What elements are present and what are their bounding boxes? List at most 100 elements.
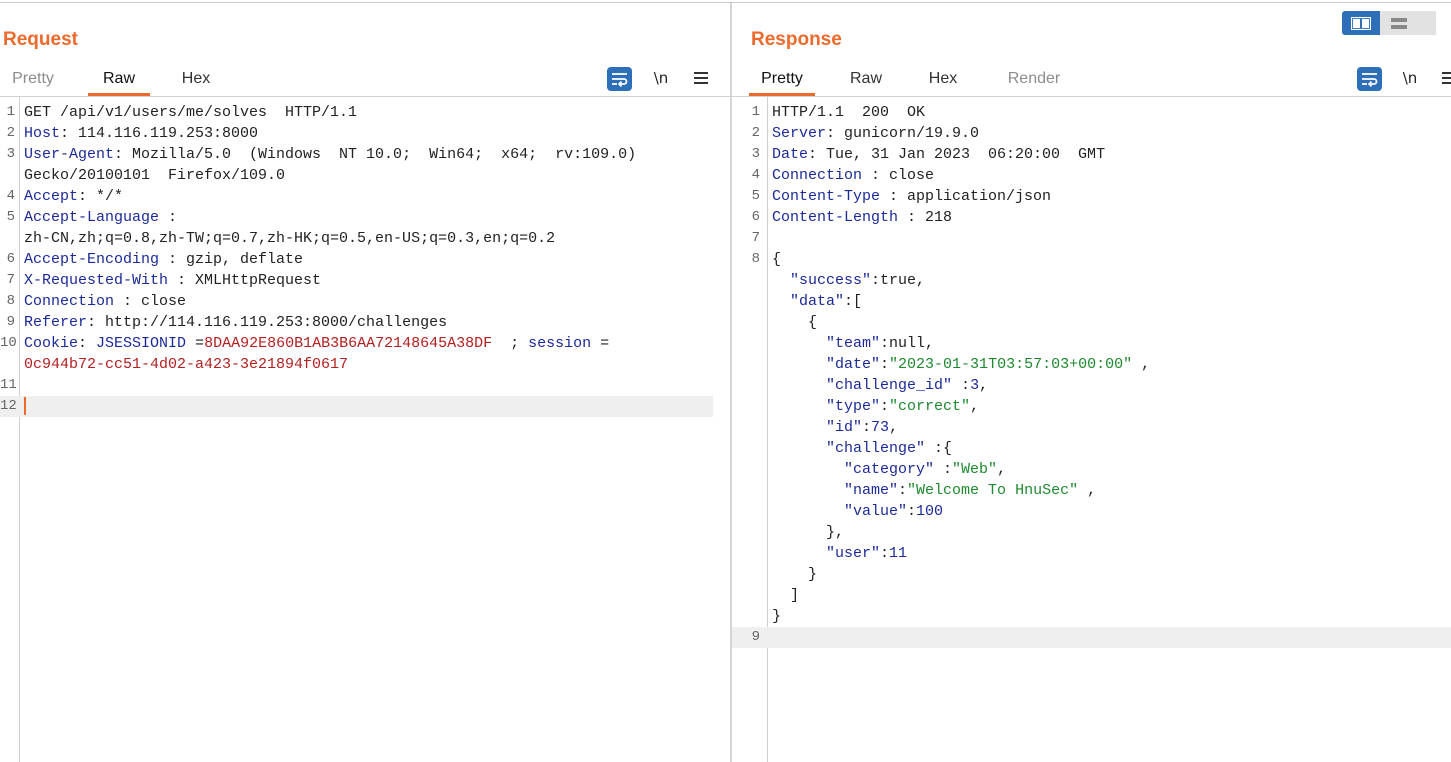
line-number: 11 [0, 377, 17, 393]
code-line[interactable]: "team":null, [732, 333, 1451, 354]
code-line[interactable]: 8{ [732, 249, 1451, 270]
code-line[interactable]: 3 User-Agent: Mozilla/5.0 (Windows NT 10.… [0, 144, 713, 165]
tab-render[interactable]: Render [998, 65, 1070, 95]
code-text: Gecko/20100101 Firefox/109.0 [24, 165, 285, 186]
menu-icon [694, 72, 708, 84]
word-wrap-button[interactable] [1357, 67, 1382, 91]
tab-raw[interactable]: Raw [88, 65, 150, 96]
code-line[interactable]: "user":11 [732, 543, 1451, 564]
response-editor[interactable]: 1 HTTP/1.1 200 OK 2 Server: gunicorn/19.9.0… [732, 97, 1451, 762]
code-line[interactable]: { [732, 312, 1451, 333]
code-text: "name":"Welcome To HnuSec" , [772, 480, 1096, 501]
code-line[interactable]: } [732, 564, 1451, 585]
code-token: X-Requested-With [24, 272, 169, 289]
layout-split-rows-button[interactable] [1380, 11, 1418, 35]
code-line[interactable]: "value":100 [732, 501, 1451, 522]
response-code[interactable]: 1 HTTP/1.1 200 OK 2 Server: gunicorn/19.9.0… [732, 102, 1451, 648]
code-line[interactable]: 2 Server: gunicorn/19.9.0 [732, 123, 1451, 144]
request-pane: Request Pretty Raw Hex \n 1 GET /api/v1/u… [0, 3, 730, 762]
code-token: : [78, 335, 97, 352]
code-line[interactable]: 1 HTTP/1.1 200 OK [732, 102, 1451, 123]
code-token: 100 [916, 503, 944, 520]
code-line[interactable]: 9 Referer: http://114.116.119.253:8000/ch… [0, 312, 713, 333]
word-wrap-icon [612, 72, 628, 87]
code-line[interactable]: 12 [0, 396, 713, 417]
show-newlines-button[interactable]: \n [1397, 65, 1423, 91]
code-line[interactable]: 0c944b72-cc51-4d02-a423-3e21894f0617 [0, 354, 713, 375]
code-line[interactable]: "id":73, [732, 417, 1451, 438]
tab-hex[interactable]: Hex [918, 65, 968, 95]
tab-pretty[interactable]: Pretty [749, 65, 815, 96]
line-number: 3 [751, 146, 760, 162]
code-token: : close [862, 167, 935, 184]
code-line[interactable]: "date":"2023-01-31T03:57:03+00:00" , [732, 354, 1451, 375]
line-number: 8 [6, 293, 15, 309]
code-token: :true, [871, 272, 926, 289]
code-line[interactable]: "type":"correct", [732, 396, 1451, 417]
code-token: { [772, 314, 818, 331]
code-line[interactable]: 6 Content-Length : 218 [732, 207, 1451, 228]
request-code[interactable]: 1 GET /api/v1/users/me/solves HTTP/1.1 2 Ho… [0, 102, 713, 417]
code-line[interactable]: 8 Connection : close [0, 291, 713, 312]
code-text: Accept-Language : [24, 207, 177, 228]
code-line[interactable]: 10 Cookie: JSESSIONID =8DAA92E860B1AB3B6A… [0, 333, 713, 354]
layout-tabs-button[interactable] [1418, 11, 1436, 35]
menu-button[interactable] [688, 65, 714, 91]
code-text: GET /api/v1/users/me/solves HTTP/1.1 [24, 102, 357, 123]
code-line[interactable]: Gecko/20100101 Firefox/109.0 [0, 165, 713, 186]
code-line[interactable]: 1 GET /api/v1/users/me/solves HTTP/1.1 [0, 102, 713, 123]
code-line[interactable]: }, [732, 522, 1451, 543]
code-line[interactable]: 7 [732, 228, 1451, 249]
request-editor[interactable]: 1 GET /api/v1/users/me/solves HTTP/1.1 2 Ho… [0, 97, 730, 762]
code-line[interactable]: "challenge_id" :3, [732, 375, 1451, 396]
menu-icon [1442, 72, 1451, 84]
code-token: Content-Length [772, 209, 899, 226]
code-line[interactable]: zh-CN,zh;q=0.8,zh-TW;q=0.7,zh-HK;q=0.5,e… [0, 228, 713, 249]
code-line[interactable]: 9 [732, 627, 1451, 648]
code-line[interactable]: 2 Host: 114.116.119.253:8000 [0, 123, 713, 144]
menu-button[interactable] [1436, 65, 1451, 91]
response-title: Response [751, 29, 842, 50]
code-line[interactable]: "success":true, [732, 270, 1451, 291]
code-line[interactable]: 5 Content-Type : application/json [732, 186, 1451, 207]
code-line[interactable]: ] [732, 585, 1451, 606]
code-text: zh-CN,zh;q=0.8,zh-TW;q=0.7,zh-HK;q=0.5,e… [24, 228, 555, 249]
code-token: : [880, 356, 890, 373]
request-title: Request [3, 29, 78, 50]
code-line[interactable]: 11 [0, 375, 713, 396]
line-number: 6 [751, 209, 760, 225]
code-line[interactable]: "data":[ [732, 291, 1451, 312]
code-token: HTTP/1.1 200 OK [772, 104, 926, 121]
code-text: "value":100 [772, 501, 943, 522]
code-line[interactable]: "name":"Welcome To HnuSec" , [732, 480, 1451, 501]
code-token: { [772, 251, 782, 268]
tab-pretty[interactable]: Pretty [3, 65, 63, 95]
code-line[interactable]: "category" :"Web", [732, 459, 1451, 480]
code-line[interactable]: 3 Date: Tue, 31 Jan 2023 06:20:00 GMT [732, 144, 1451, 165]
code-line[interactable]: 4 Accept: */* [0, 186, 713, 207]
code-line[interactable]: "challenge" :{ [732, 438, 1451, 459]
code-line[interactable]: } [732, 606, 1451, 627]
code-token: GET /api/v1/users/me/solves HTTP/1.1 [24, 104, 358, 121]
response-pane: Response Pretty Raw Hex Render \n 1 HTTP/… [732, 3, 1451, 762]
code-token: "success" [790, 272, 872, 289]
code-text: "success":true, [772, 270, 925, 291]
line-number: 4 [751, 167, 760, 183]
code-token: "2023-01-31T03:57:03+00:00" [889, 356, 1133, 373]
tab-raw[interactable]: Raw [839, 65, 893, 95]
code-token: : close [114, 293, 187, 310]
tab-hex[interactable]: Hex [170, 65, 222, 95]
code-line[interactable]: 4 Connection : close [732, 165, 1451, 186]
line-number: 2 [751, 125, 760, 141]
code-line[interactable]: 6 Accept-Encoding : gzip, deflate [0, 249, 713, 270]
show-newlines-button[interactable]: \n [648, 65, 674, 91]
code-line[interactable]: 7 X-Requested-With : XMLHttpRequest [0, 270, 713, 291]
code-text: Connection : close [24, 291, 186, 312]
code-line[interactable]: 5 Accept-Language : [0, 207, 713, 228]
layout-split-columns-button[interactable] [1342, 11, 1380, 35]
word-wrap-button[interactable] [607, 67, 632, 91]
line-number: 9 [6, 314, 15, 330]
